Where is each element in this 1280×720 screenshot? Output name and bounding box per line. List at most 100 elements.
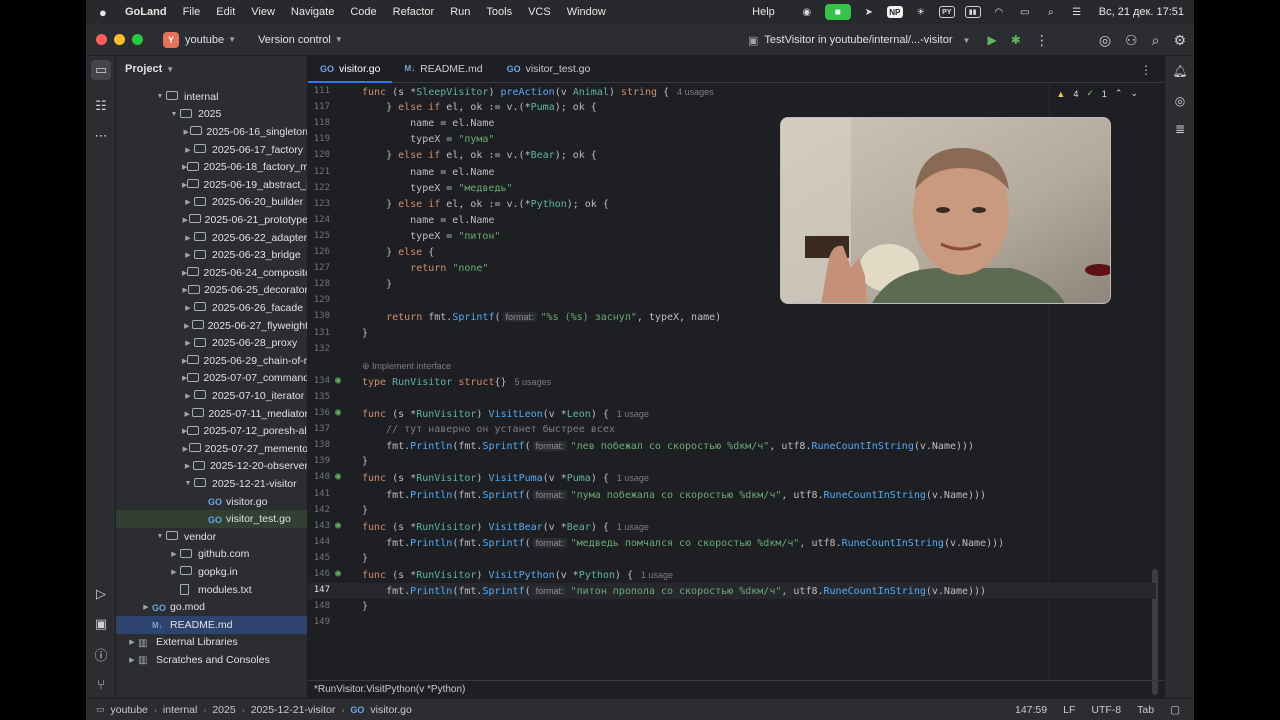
- record-icon[interactable]: ◉: [799, 6, 815, 18]
- chevron-down-icon[interactable]: ▼: [182, 480, 194, 487]
- chevron-right-icon[interactable]: ▶: [168, 568, 180, 576]
- np-badge[interactable]: NP: [886, 6, 903, 18]
- line-number[interactable]: 146: [308, 569, 330, 579]
- tree-item[interactable]: ▶ 2025-06-20_builder: [116, 194, 307, 212]
- code-line[interactable]: func (s *SleepVisitor) preAction(v Anima…: [362, 84, 714, 100]
- editor-breadcrumb[interactable]: *RunVisitor.VisitPython(v *Python): [308, 680, 1164, 698]
- line-number[interactable]: 121: [308, 167, 330, 177]
- line-number[interactable]: 124: [308, 215, 330, 225]
- editor-tab[interactable]: M↓ README.md: [392, 56, 494, 82]
- chevron-right-icon[interactable]: ▶: [182, 251, 194, 259]
- tree-item[interactable]: ▶ 2025-06-28_proxy: [116, 334, 307, 352]
- wifi-icon[interactable]: ◠: [991, 6, 1007, 18]
- previous-highlight-icon[interactable]: ⌃: [1115, 88, 1123, 99]
- inspection-widget[interactable]: ▲ 4 ✓ 1 ⌃ ⌄: [1056, 88, 1138, 99]
- vcs-widget[interactable]: Version control: [258, 34, 331, 46]
- caret-position[interactable]: 147:59: [1015, 704, 1047, 716]
- chevron-right-icon[interactable]: ▶: [182, 216, 189, 224]
- line-number[interactable]: 132: [308, 344, 330, 354]
- menu-app[interactable]: GoLand: [125, 6, 167, 18]
- add-user-icon[interactable]: ⚇: [1125, 32, 1138, 49]
- implements-interface-icon[interactable]: ◉: [335, 568, 341, 579]
- code-line[interactable]: typeX = "медведь": [362, 181, 512, 197]
- editor-tab[interactable]: GO visitor_test.go: [495, 56, 603, 82]
- apple-icon[interactable]: ●: [99, 5, 113, 20]
- line-number[interactable]: 122: [308, 183, 330, 193]
- code-line[interactable]: name = el.Name: [362, 213, 494, 229]
- line-number[interactable]: 139: [308, 456, 330, 466]
- menu-edit[interactable]: Edit: [216, 6, 235, 18]
- tree-item[interactable]: ▶2025-06-19_abstract_method: [116, 176, 307, 194]
- close-window-button[interactable]: [96, 34, 107, 45]
- code-line[interactable]: type RunVisitor struct{} 5 usages: [362, 374, 551, 390]
- code-line[interactable]: func (s *RunVisitor) VisitPython(v *Pyth…: [362, 567, 673, 583]
- tree-item[interactable]: GO visitor_test.go: [116, 510, 307, 528]
- tree-item[interactable]: ▼ internal: [116, 88, 307, 106]
- code-line[interactable]: } else if el, ok := v.(*Puma); ok {: [362, 100, 597, 116]
- chevron-right-icon[interactable]: ▶: [182, 198, 194, 206]
- tree-item[interactable]: M↓ README.md: [116, 616, 307, 634]
- search-everywhere-icon[interactable]: ⌕: [1152, 32, 1160, 49]
- code-line[interactable]: fmt.Println(fmt.Sprintf(format: "питон пр…: [362, 583, 986, 599]
- code-line[interactable]: return fmt.Sprintf(format: "%s (%s) засну…: [362, 309, 721, 325]
- tree-item[interactable]: ▶ 2025-07-10_iterator: [116, 387, 307, 405]
- code-line[interactable]: }: [362, 326, 368, 342]
- implements-interface-icon[interactable]: ◉: [335, 471, 341, 482]
- line-number[interactable]: 147: [308, 585, 330, 595]
- project-badge[interactable]: Y: [163, 31, 179, 48]
- run-tool-icon[interactable]: ▷: [91, 584, 111, 604]
- more-tabs-icon[interactable]: ⋮: [1140, 63, 1152, 77]
- settings-gear-icon[interactable]: ⚙: [1173, 32, 1186, 49]
- line-number[interactable]: 142: [308, 505, 330, 515]
- chevron-down-icon[interactable]: ▼: [168, 111, 180, 118]
- line-number[interactable]: 134: [308, 376, 330, 386]
- tree-item[interactable]: ▶ 2025-06-16_singleton: [116, 123, 308, 141]
- code-line[interactable]: func (s *RunVisitor) VisitBear(v *Bear) …: [362, 519, 649, 535]
- line-number[interactable]: 141: [308, 489, 330, 499]
- line-separator[interactable]: LF: [1063, 704, 1075, 716]
- menu-code[interactable]: Code: [350, 6, 376, 18]
- next-highlight-icon[interactable]: ⌄: [1130, 88, 1138, 99]
- line-number[interactable]: 111: [308, 86, 330, 96]
- code-line[interactable]: name = el.Name: [362, 116, 494, 132]
- code-line[interactable]: }: [362, 503, 368, 519]
- line-number[interactable]: 118: [308, 118, 330, 128]
- line-number[interactable]: 137: [308, 424, 330, 434]
- tree-item[interactable]: ▶ 2025-07-27_memento: [116, 440, 307, 458]
- chevron-right-icon[interactable]: ▶: [182, 462, 193, 470]
- code-line[interactable]: }: [362, 277, 392, 293]
- code-line[interactable]: return "none": [362, 261, 488, 277]
- chevron-right-icon[interactable]: ▶: [182, 445, 189, 453]
- tree-item[interactable]: modules.txt: [116, 581, 307, 599]
- tree-item[interactable]: ▶ 2025-07-07_command: [116, 370, 307, 388]
- line-number[interactable]: 135: [308, 392, 330, 402]
- menu-window[interactable]: Window: [567, 6, 606, 18]
- run-configuration[interactable]: ▣ TestVisitor in youtube/internal/...-vi…: [748, 24, 970, 56]
- menu-refactor[interactable]: Refactor: [393, 6, 435, 18]
- tree-item[interactable]: GO visitor.go: [116, 493, 307, 511]
- code-line[interactable]: func (s *RunVisitor) VisitLeon(v *Leon) …: [362, 406, 649, 422]
- chevron-down-icon[interactable]: ▼: [166, 65, 174, 74]
- database-icon[interactable]: ≣: [1171, 120, 1189, 138]
- structure-tool-icon[interactable]: ☷: [91, 96, 111, 116]
- chevron-right-icon[interactable]: ▶: [182, 322, 192, 330]
- line-number[interactable]: 120: [308, 150, 330, 160]
- implements-interface-icon[interactable]: ◉: [335, 375, 341, 386]
- chevron-down-icon[interactable]: ▼: [335, 35, 343, 44]
- breadcrumb-item[interactable]: 2025-12-21-visitor: [251, 704, 336, 716]
- tree-item[interactable]: ▶ 2025-06-17_factory: [116, 141, 307, 159]
- tree-item[interactable]: ▼ 2025: [116, 106, 307, 124]
- battery-icon[interactable]: ▮▮: [964, 6, 981, 18]
- tree-item[interactable]: ▶ 2025-06-22_adapter: [116, 229, 307, 247]
- line-number[interactable]: 140: [308, 472, 330, 482]
- chevron-right-icon[interactable]: ▶: [168, 550, 180, 558]
- chevron-right-icon[interactable]: ▶: [182, 128, 190, 136]
- tree-item[interactable]: ▼ 2025-12-21-visitor: [116, 475, 307, 493]
- tree-item[interactable]: ▶ gopkg.in: [116, 563, 307, 581]
- chevron-right-icon[interactable]: ▶: [140, 603, 152, 611]
- display-icon[interactable]: ▭: [1017, 6, 1033, 18]
- code-line[interactable]: fmt.Println(fmt.Sprintf(format: "пума поб…: [362, 487, 986, 503]
- breadcrumb-item[interactable]: internal: [163, 704, 197, 716]
- line-number[interactable]: 145: [308, 553, 330, 563]
- line-number[interactable]: 138: [308, 440, 330, 450]
